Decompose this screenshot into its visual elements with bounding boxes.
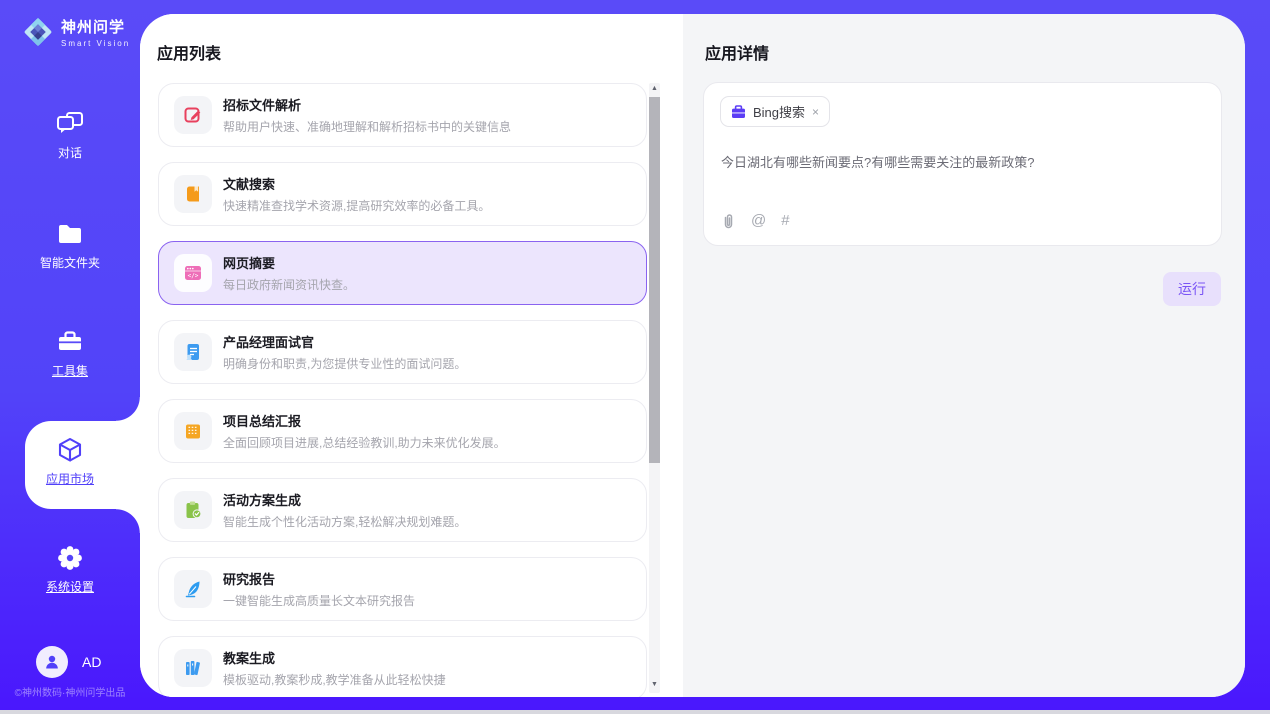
app-detail-panel: 应用详情 Bing搜索 × 今日湖北有哪些新闻要点?有哪些需要关注的最新政策? <box>683 14 1245 697</box>
browser-code-icon: </> <box>174 254 212 292</box>
app-card-bid-analysis[interactable]: 招标文件解析 帮助用户快速、准确地理解和解析招标书中的关键信息 <box>158 83 647 147</box>
folder-icon <box>56 220 84 248</box>
tool-chip-bing-search[interactable]: Bing搜索 × <box>720 96 830 127</box>
mention-icon[interactable]: @ <box>751 212 766 229</box>
sidebar-item-app-market[interactable]: 应用市场 <box>0 436 140 487</box>
app-card-lesson-plan[interactable]: 教案生成 模板驱动,教案秒成,教学准备从此轻松快捷 <box>158 636 647 697</box>
sidebar-item-chat[interactable]: 对话 <box>0 110 140 161</box>
app-name: 网页摘要 <box>223 253 355 272</box>
app-logo: 神州问学 Smart Vision <box>22 16 130 48</box>
app-card-literature-search[interactable]: 文献搜索 快速精准查找学术资源,提高研究效率的必备工具。 <box>158 162 647 226</box>
app-name: 产品经理面试官 <box>223 332 466 351</box>
attachment-icon[interactable] <box>721 213 736 229</box>
sidebar-item-label: 应用市场 <box>0 470 140 487</box>
edit-square-icon <box>174 96 212 134</box>
query-input-card[interactable]: Bing搜索 × 今日湖北有哪些新闻要点?有哪些需要关注的最新政策? @ # <box>703 82 1222 246</box>
sidebar-item-label: 智能文件夹 <box>0 254 140 271</box>
app-name: 项目总结汇报 <box>223 411 506 430</box>
scroll-thumb[interactable] <box>649 97 660 463</box>
person-icon <box>43 653 61 671</box>
app-desc: 明确身份和职责,为您提供专业性的面试问题。 <box>223 355 466 372</box>
toolbox-icon <box>56 328 84 356</box>
app-desc: 帮助用户快速、准确地理解和解析招标书中的关键信息 <box>223 118 511 135</box>
sidebar-item-toolset[interactable]: 工具集 <box>0 328 140 379</box>
chip-close-icon[interactable]: × <box>812 106 819 118</box>
document-icon <box>174 333 212 371</box>
app-list-title: 应用列表 <box>157 40 221 64</box>
gem-logo-icon <box>22 16 54 48</box>
main-content: 应用列表 招标文件解析 帮助用户快速、准确地理解和解析招标书中的关键信息 <box>140 14 1245 697</box>
app-card-pm-interviewer[interactable]: 产品经理面试官 明确身份和职责,为您提供专业性的面试问题。 <box>158 320 647 384</box>
app-card-research-report[interactable]: 研究报告 一键智能生成高质量长文本研究报告 <box>158 557 647 621</box>
books-icon <box>174 649 212 687</box>
app-desc: 模板驱动,教案秒成,教学准备从此轻松快捷 <box>223 671 446 688</box>
app-desc: 一键智能生成高质量长文本研究报告 <box>223 592 415 609</box>
app-detail-title: 应用详情 <box>705 40 769 64</box>
user-account[interactable]: AD <box>36 646 101 678</box>
app-desc: 快速精准查找学术资源,提高研究效率的必备工具。 <box>223 197 490 214</box>
user-initials: AD <box>82 654 101 670</box>
cube-icon <box>56 436 84 464</box>
book-icon <box>174 175 212 213</box>
app-card-event-plan[interactable]: 活动方案生成 智能生成个性化活动方案,轻松解决规划难题。 <box>158 478 647 542</box>
active-nav-fillet-top <box>116 397 140 421</box>
sidebar-item-label: 工具集 <box>0 362 140 379</box>
sidebar: 神州问学 Smart Vision 对话 智能文件夹 工具集 <box>0 0 140 710</box>
scroll-up-arrow[interactable]: ▲ <box>649 83 660 95</box>
run-button[interactable]: 运行 <box>1163 272 1221 306</box>
scroll-down-arrow[interactable]: ▼ <box>649 679 660 691</box>
sidebar-item-smart-folder[interactable]: 智能文件夹 <box>0 220 140 271</box>
input-toolbar: @ # <box>721 212 790 229</box>
quill-icon <box>174 570 212 608</box>
chat-icon <box>56 110 84 138</box>
app-card-project-summary[interactable]: 项目总结汇报 全面回顾项目进展,总结经验教训,助力未来优化发展。 <box>158 399 647 463</box>
active-nav-fillet-bottom <box>116 509 140 533</box>
logo-title: 神州问学 <box>61 16 130 37</box>
app-name: 教案生成 <box>223 648 446 667</box>
hash-icon[interactable]: # <box>781 212 789 229</box>
sidebar-item-settings[interactable]: 系统设置 <box>0 544 140 595</box>
app-list-scrollbar[interactable]: ▲ ▼ <box>649 83 660 693</box>
sidebar-item-label: 对话 <box>0 144 140 161</box>
sidebar-item-label: 系统设置 <box>0 578 140 595</box>
app-list: 招标文件解析 帮助用户快速、准确地理解和解析招标书中的关键信息 文献搜索 快速精… <box>158 83 647 697</box>
notepad-icon <box>174 412 212 450</box>
gear-icon <box>56 544 84 572</box>
svg-text:</>: </> <box>188 273 199 280</box>
app-desc: 每日政府新闻资讯快查。 <box>223 276 355 293</box>
app-list-panel: 应用列表 招标文件解析 帮助用户快速、准确地理解和解析招标书中的关键信息 <box>140 14 683 697</box>
app-name: 文献搜索 <box>223 174 490 193</box>
query-text[interactable]: 今日湖北有哪些新闻要点?有哪些需要关注的最新政策? <box>721 152 1201 171</box>
clipboard-check-icon <box>174 491 212 529</box>
app-name: 招标文件解析 <box>223 95 511 114</box>
app-name: 活动方案生成 <box>223 490 466 509</box>
app-card-web-summary[interactable]: </> 网页摘要 每日政府新闻资讯快查。 <box>158 241 647 305</box>
logo-subtitle: Smart Vision <box>61 39 130 48</box>
app-desc: 智能生成个性化活动方案,轻松解决规划难题。 <box>223 513 466 530</box>
avatar <box>36 646 68 678</box>
tool-chip-label: Bing搜索 <box>753 102 805 121</box>
app-name: 研究报告 <box>223 569 415 588</box>
briefcase-icon <box>731 105 746 119</box>
app-desc: 全面回顾项目进展,总结经验教训,助力未来优化发展。 <box>223 434 506 451</box>
sidebar-footer-text: ©神州数码·神州问学出品 <box>0 684 140 699</box>
